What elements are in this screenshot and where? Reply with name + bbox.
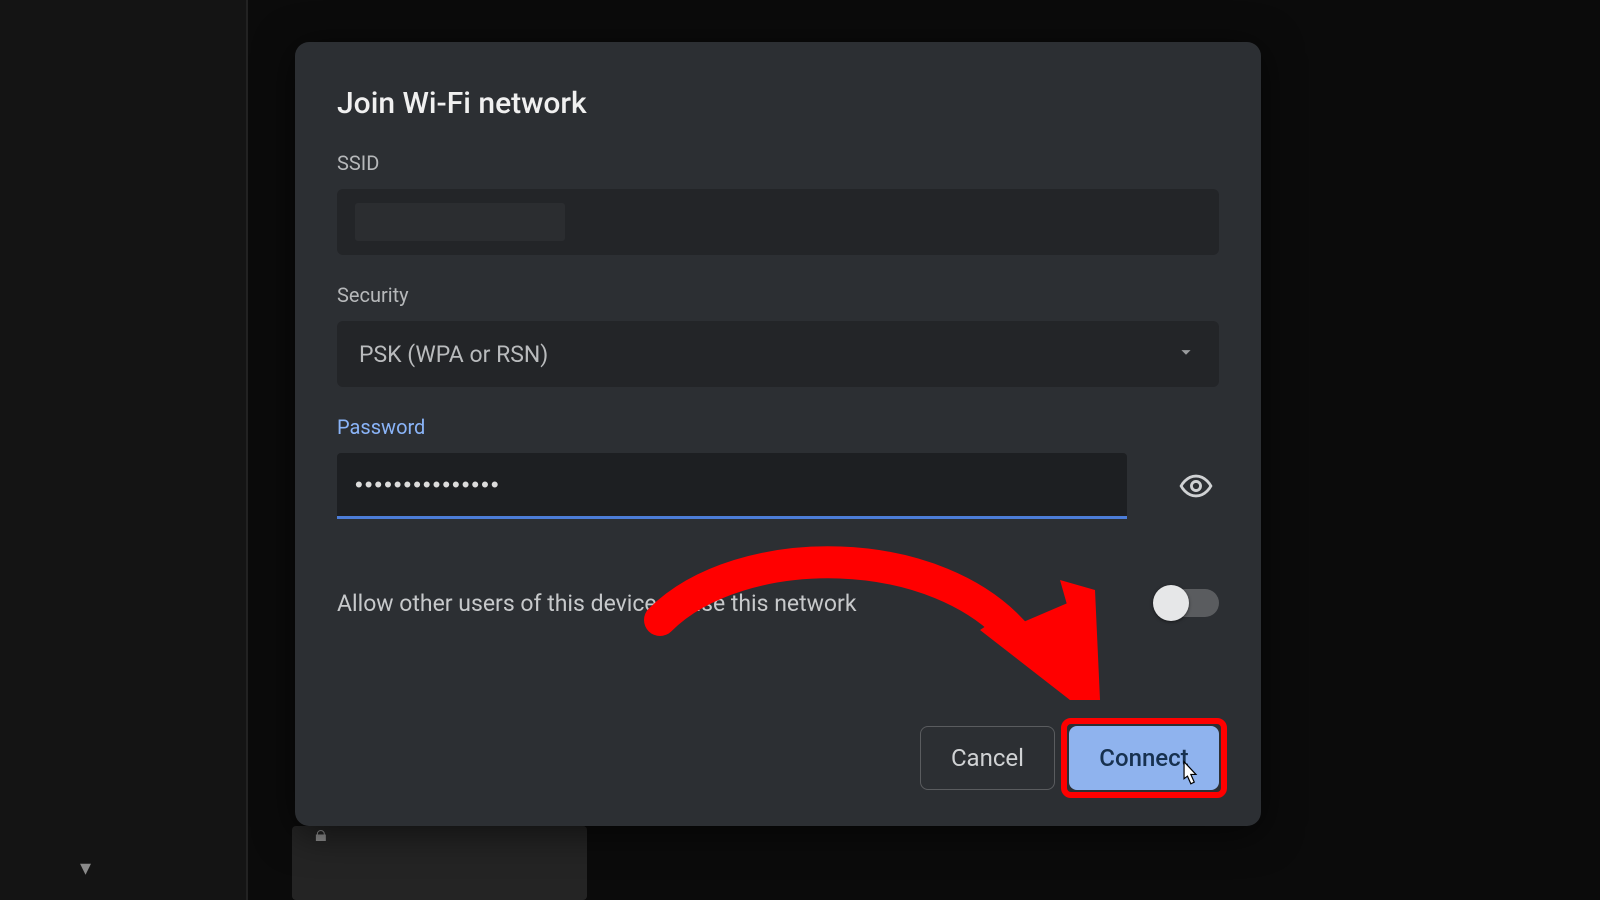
security-select[interactable]: PSK (WPA or RSN)	[337, 321, 1219, 387]
connect-button-label: Connect	[1099, 744, 1188, 772]
security-label: Security	[337, 283, 1219, 307]
password-label: Password	[337, 415, 1219, 439]
background-row	[292, 826, 587, 900]
security-value: PSK (WPA or RSN)	[359, 341, 548, 368]
cancel-button[interactable]: Cancel	[920, 726, 1055, 790]
ssid-input[interactable]	[337, 189, 1219, 255]
toggle-knob	[1153, 585, 1189, 621]
share-network-label: Allow other users of this device to use …	[337, 590, 857, 617]
background-sidebar	[0, 0, 248, 900]
dropdown-icon	[1175, 341, 1197, 367]
dialog-title: Join Wi-Fi network	[337, 86, 1219, 121]
ssid-redacted-value	[355, 203, 565, 241]
connect-button[interactable]: Connect	[1069, 726, 1219, 790]
cancel-button-label: Cancel	[951, 744, 1024, 772]
ssid-label: SSID	[337, 151, 1219, 175]
join-wifi-dialog: Join Wi-Fi network SSID Security PSK (WP…	[295, 42, 1261, 826]
share-network-toggle[interactable]	[1155, 589, 1219, 617]
chevron-down-icon: ▾	[80, 856, 91, 881]
password-input[interactable]	[337, 453, 1127, 519]
show-password-button[interactable]	[1175, 465, 1217, 507]
